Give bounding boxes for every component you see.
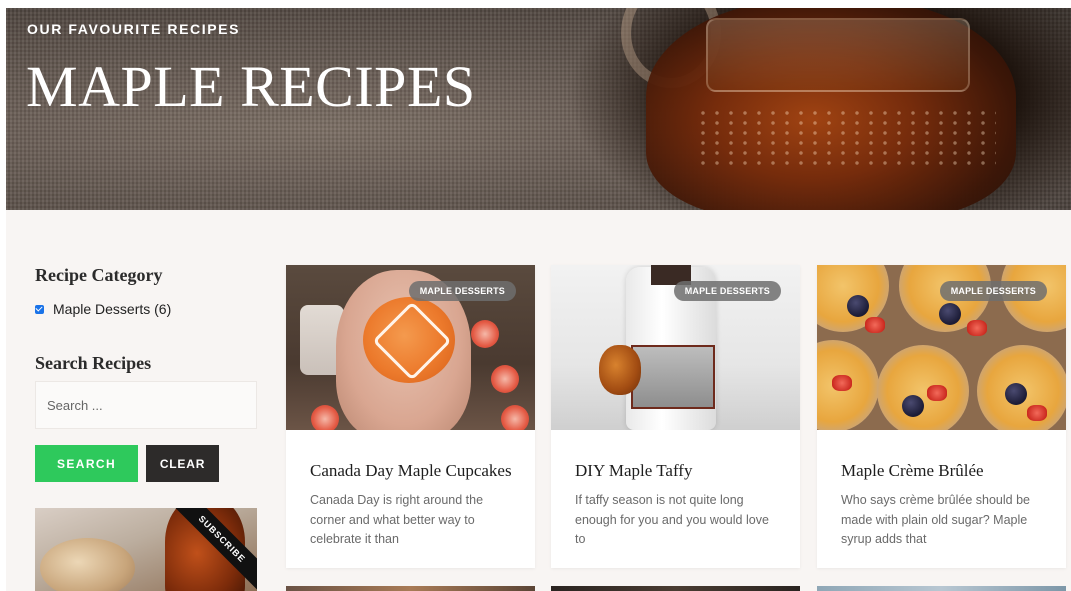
search-recipes-heading: Search Recipes — [35, 353, 152, 373]
strawberry — [967, 320, 987, 336]
strawberry — [927, 385, 947, 401]
recipe-card-peek[interactable] — [817, 586, 1066, 591]
cupcake-decoration — [491, 365, 519, 393]
category-badge[interactable]: MAPLE DESSERTS — [408, 281, 516, 301]
category-badge[interactable]: MAPLE DESSERTS — [673, 281, 781, 301]
clear-button[interactable]: CLEAR — [146, 445, 219, 482]
recipe-card[interactable]: MAPLE DESSERTS DIY Maple Taffy If taffy … — [551, 265, 800, 568]
strawberry — [1027, 405, 1047, 421]
recipe-title[interactable]: Canada Day Maple Cupcakes — [310, 461, 512, 481]
search-button[interactable]: SEARCH — [35, 445, 138, 482]
hero-jar-neck — [706, 18, 970, 92]
hero-banner: OUR FAVOURITE RECIPES MAPLE RECIPES — [6, 8, 1071, 210]
page: OUR FAVOURITE RECIPES MAPLE RECIPES Reci… — [6, 8, 1071, 591]
recipe-card[interactable]: MAPLE DESSERTS Maple Crème Brûlée Who sa… — [817, 265, 1066, 568]
recipe-card[interactable]: MAPLE DESSERTS Canada Day Maple Cupcakes… — [286, 265, 535, 568]
blackberry — [1005, 383, 1027, 405]
subscribe-promo-image[interactable]: SUBSCRIBE — [35, 508, 257, 591]
taffy-image — [599, 345, 641, 395]
blackberry — [939, 303, 961, 325]
cupcake-decoration — [501, 405, 529, 430]
page-title: MAPLE RECIPES — [26, 54, 476, 119]
strawberry — [865, 317, 885, 333]
search-input[interactable] — [35, 381, 257, 429]
recipe-excerpt: Who says crème brûlée should be made wit… — [841, 493, 1030, 546]
category-checkbox[interactable] — [35, 304, 44, 314]
recipe-category-heading: Recipe Category — [35, 265, 163, 285]
recipe-excerpt: Canada Day is right around the corner an… — [310, 493, 484, 546]
hero-syrup-bubbles — [696, 108, 996, 168]
blackberry — [847, 295, 869, 317]
cupcake-decoration — [311, 405, 339, 430]
strawberry — [832, 375, 852, 391]
recipe-card-peek[interactable] — [551, 586, 800, 591]
category-filter-maple-desserts[interactable]: Maple Desserts (6) — [35, 301, 171, 317]
cupcake-decoration — [471, 320, 499, 348]
wooden-spoon-image — [40, 538, 135, 591]
recipe-title[interactable]: Maple Crème Brûlée — [841, 461, 984, 481]
blackberry — [902, 395, 924, 417]
category-badge[interactable]: MAPLE DESSERTS — [939, 281, 1047, 301]
category-label: Maple Desserts (6) — [53, 301, 172, 317]
recipe-excerpt: If taffy season is not quite long enough… — [575, 493, 769, 546]
recipe-title[interactable]: DIY Maple Taffy — [575, 461, 692, 481]
recipe-card-peek[interactable] — [286, 586, 535, 591]
ramekin-image — [877, 345, 969, 430]
jug-label — [631, 345, 715, 409]
hero-eyebrow: OUR FAVOURITE RECIPES — [27, 21, 241, 37]
